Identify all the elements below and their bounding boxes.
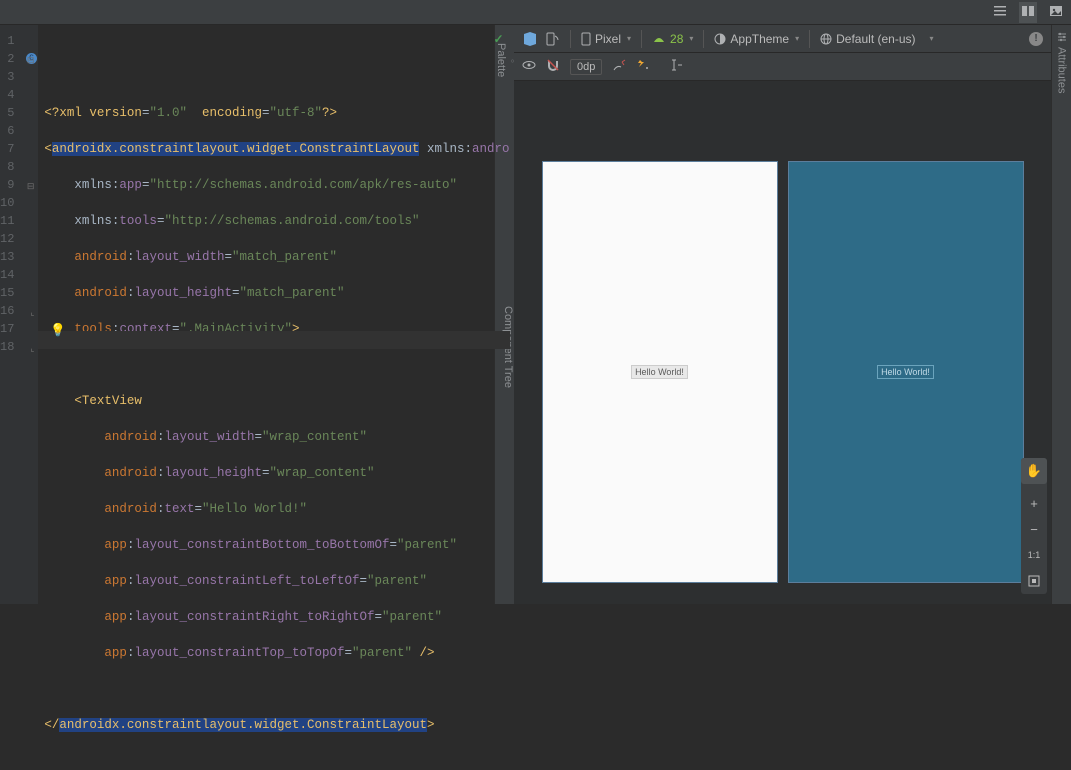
line-number: 5 (0, 104, 38, 122)
locale-label: Default (en-us) (836, 32, 915, 46)
code-editor: 1 2 3 4 5 6 7 8 9 10 11 12 13 14 15 16 1… (0, 25, 494, 604)
fold-end-icon: ⌞ (25, 340, 34, 349)
hello-textview[interactable]: Hello World! (631, 365, 688, 379)
preview-toolbar-secondary: 0dp (514, 53, 1051, 81)
attributes-tab[interactable]: Attributes (1051, 25, 1071, 604)
fold-handle-icon[interactable]: ⊟ (25, 178, 34, 187)
attributes-label: Attributes (1056, 47, 1068, 93)
line-number: 15 (0, 284, 38, 302)
list-view-icon[interactable] (993, 4, 1007, 21)
device-blueprint-view[interactable]: Hello World! (788, 161, 1024, 583)
line-number: 11 (0, 212, 38, 230)
line-number: 1 (0, 32, 38, 50)
line-number: 6 (0, 122, 38, 140)
zoom-out-button[interactable]: − (1021, 516, 1047, 542)
theme-icon (714, 33, 726, 45)
pan-tool-icon[interactable]: ✋ (1021, 458, 1047, 484)
phone-icon (581, 32, 591, 46)
fold-handle-icon[interactable]: ⊟ (25, 52, 34, 61)
sliders-icon (1056, 31, 1068, 43)
clear-constraints-icon[interactable] (612, 58, 626, 75)
device-label: Pixel (595, 32, 621, 46)
guidelines-icon[interactable] (670, 58, 684, 75)
zoom-reset-button[interactable]: 1:1 (1021, 542, 1047, 568)
line-number: 12 (0, 230, 38, 248)
editor-mode-toolbar (0, 0, 1071, 25)
orientation-icon[interactable] (544, 31, 560, 47)
line-number: 3 (0, 68, 38, 86)
zoom-controls: ✋ + − 1:1 (1021, 458, 1047, 594)
gutter: 1 2 3 4 5 6 7 8 9 10 11 12 13 14 15 16 1… (0, 25, 38, 604)
line-number: 7 (0, 140, 38, 158)
intention-bulb-icon[interactable]: 💡 (50, 322, 66, 340)
inspection-ok-icon[interactable]: ✓ (493, 31, 503, 49)
api-selector[interactable]: 28▾ (652, 32, 693, 46)
zoom-fit-icon[interactable] (1021, 568, 1047, 594)
theme-selector[interactable]: AppTheme▾ (714, 32, 799, 46)
theme-label: AppTheme (730, 32, 789, 46)
layout-preview: Pixel▾ 28▾ AppTheme▾ Default (en-us)▾ ! … (514, 25, 1051, 604)
device-selector[interactable]: Pixel▾ (581, 32, 631, 46)
preview-toolbar: Pixel▾ 28▾ AppTheme▾ Default (en-us)▾ ! (514, 25, 1051, 53)
infer-constraints-icon[interactable] (636, 58, 650, 75)
preview-canvas[interactable]: Hello World! Hello World! ✋ + − 1:1 (514, 81, 1051, 604)
hello-textview-blueprint[interactable]: Hello World! (877, 365, 934, 379)
magnet-icon[interactable] (546, 58, 560, 75)
api-label: 28 (670, 32, 683, 46)
line-number: 10 (0, 194, 38, 212)
default-margin-value[interactable]: 0dp (570, 59, 602, 75)
android-icon (652, 34, 666, 44)
zoom-in-button[interactable]: + (1021, 490, 1047, 516)
split-view-icon[interactable] (1019, 2, 1037, 23)
line-number: 17 (0, 320, 38, 338)
line-number: 13 (0, 248, 38, 266)
code-area[interactable]: ✓ 💡 <?xml version="1.0" encoding="utf-8"… (38, 25, 509, 604)
warnings-icon[interactable]: ! (1029, 32, 1043, 46)
design-view-icon[interactable] (1049, 4, 1063, 21)
design-surface-icon[interactable] (522, 31, 538, 47)
locale-selector[interactable]: Default (en-us)▾ (820, 32, 933, 46)
line-number: 8 (0, 158, 38, 176)
fold-end-icon: ⌞ (25, 304, 34, 313)
line-number: 4 (0, 86, 38, 104)
globe-icon (820, 33, 832, 45)
view-options-icon[interactable] (522, 58, 536, 75)
device-design-view[interactable]: Hello World! (542, 161, 778, 583)
line-number: 14 (0, 266, 38, 284)
